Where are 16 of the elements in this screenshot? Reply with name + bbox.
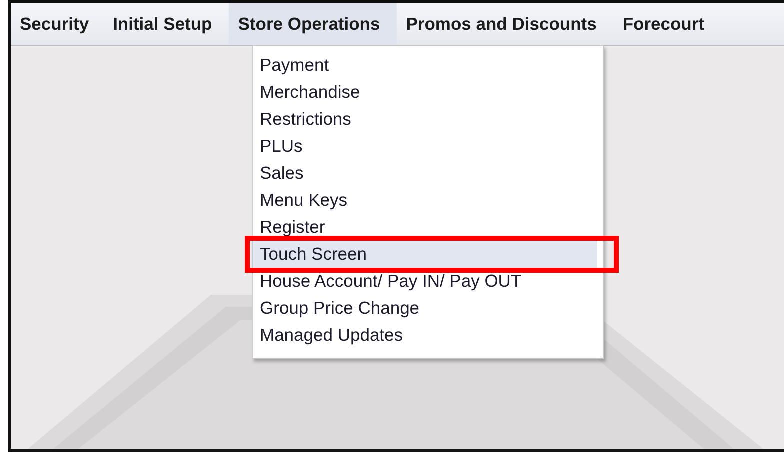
menu-item[interactable]: Payment — [253, 52, 597, 79]
menu-item[interactable]: Touch Screen — [253, 241, 597, 268]
menu-item[interactable]: Merchandise — [253, 79, 597, 106]
menu-item[interactable]: PLUs — [253, 133, 597, 160]
menu-tab[interactable]: Promos and Discounts — [397, 3, 614, 45]
menu-item[interactable]: Menu Keys — [253, 187, 597, 214]
menu-item[interactable]: Managed Updates — [253, 322, 597, 349]
menu-tab[interactable]: Forecourt — [614, 3, 722, 45]
menu-tab[interactable]: Store Operations — [229, 3, 398, 45]
menu-item[interactable]: Restrictions — [253, 106, 597, 133]
menu-item[interactable]: House Account/ Pay IN/ Pay OUT — [253, 268, 597, 295]
menu-tab[interactable]: Security — [11, 3, 106, 45]
menu-item[interactable]: Register — [253, 214, 597, 241]
menu-item[interactable]: Group Price Change — [253, 295, 597, 322]
menu-tab[interactable]: Initial Setup — [106, 3, 230, 45]
menu-item[interactable]: Sales — [253, 160, 597, 187]
